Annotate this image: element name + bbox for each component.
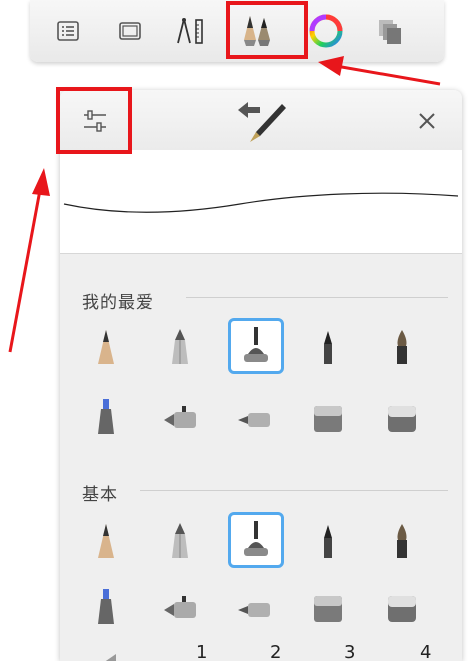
arrow-head: [32, 168, 50, 196]
arrow-head: [318, 56, 344, 76]
arrow-to-sliders: [8, 189, 42, 353]
arrow-to-brushes: [335, 64, 441, 86]
annotation-arrows: [8, 56, 441, 353]
